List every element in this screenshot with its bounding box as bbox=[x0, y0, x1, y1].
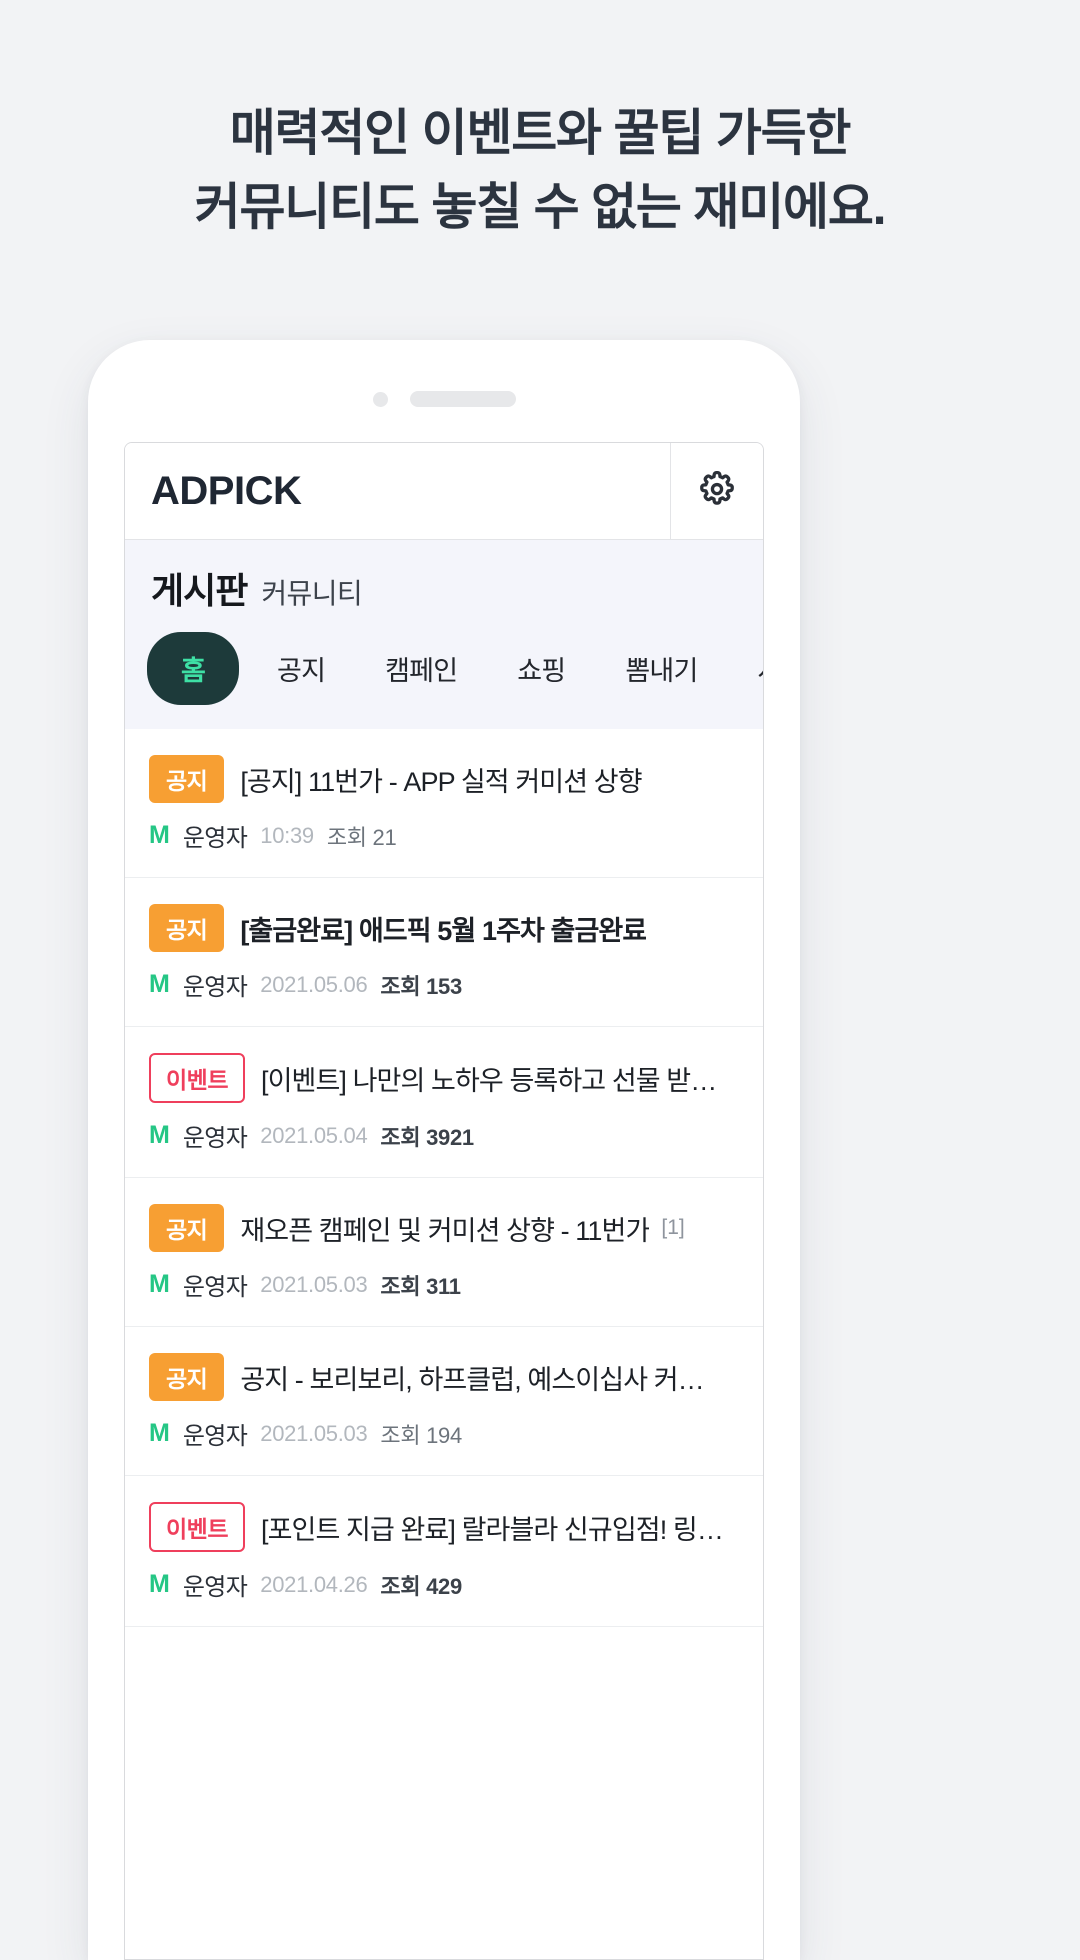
board-header: 게시판 커뮤니티 bbox=[125, 540, 763, 614]
app-header: ADPICK bbox=[125, 443, 763, 540]
post-author: 운영자 bbox=[182, 1274, 248, 1301]
manager-icon: M bbox=[149, 1570, 170, 1598]
post-date: 10:39 bbox=[260, 822, 314, 848]
list-item[interactable]: 이벤트 [이벤트] 나만의 노하우 등록하고 선물 받자! 노하우… M 운영자… bbox=[125, 1027, 763, 1178]
list-item[interactable]: 공지 [출금완료] 애드픽 5월 1주차 출금완료 M 운영자 2021.05.… bbox=[125, 878, 763, 1027]
post-views: 조회 194 bbox=[380, 1422, 462, 1448]
tab-notice[interactable]: 공지 bbox=[247, 649, 355, 688]
brand-area: ADPICK bbox=[125, 443, 670, 539]
post-title: [공지] 11번가 - APP 실적 커미션 상향 bbox=[240, 766, 642, 797]
status-badge: 공지 bbox=[149, 904, 225, 952]
page-subtitle: 커뮤니티 bbox=[261, 578, 363, 609]
status-badge: 공지 bbox=[149, 755, 225, 803]
post-views: 조회 311 bbox=[380, 1273, 461, 1299]
list-item[interactable]: 공지 [공지] 11번가 - APP 실적 커미션 상향 M 운영자 10:39… bbox=[125, 729, 763, 878]
status-badge: 공지 bbox=[149, 1353, 225, 1401]
list-item[interactable]: 공지 공지 - 보리보리, 하프클럽, 예스이십사 커미션 이벤트… M 운영자… bbox=[125, 1327, 763, 1476]
app-screen: ADPICK 게시판 커뮤니티 홈 공지 캠페인 쇼핑 뽐내기 사고팔고 bbox=[124, 442, 764, 1960]
post-author: 운영자 bbox=[182, 974, 248, 1001]
manager-icon: M bbox=[149, 970, 170, 998]
phone-notch bbox=[88, 388, 800, 410]
list-item[interactable]: 공지 재오픈 캠페인 및 커미션 상향 - 11번가 [1] M 운영자 202… bbox=[125, 1178, 763, 1327]
post-author: 운영자 bbox=[182, 1574, 248, 1601]
post-title: [이벤트] 나만의 노하우 등록하고 선물 받자! 노하우… bbox=[260, 1065, 727, 1096]
post-title-row: 이벤트 [이벤트] 나만의 노하우 등록하고 선물 받자! 노하우… bbox=[149, 1053, 739, 1103]
front-camera-icon bbox=[372, 391, 388, 407]
post-title-row: 이벤트 [포인트 지급 완료] 랄라블라 신규입점! 링크 인증하… bbox=[149, 1502, 739, 1552]
manager-icon: M bbox=[149, 1121, 170, 1149]
post-list: 공지 [공지] 11번가 - APP 실적 커미션 상향 M 운영자 10:39… bbox=[125, 729, 763, 1627]
settings-button[interactable] bbox=[670, 443, 763, 539]
post-date: 2021.05.06 bbox=[260, 971, 368, 997]
manager-icon: M bbox=[149, 1270, 170, 1298]
post-date: 2021.05.04 bbox=[260, 1122, 368, 1148]
tab-home[interactable]: 홈 bbox=[147, 632, 240, 705]
post-date: 2021.05.03 bbox=[260, 1420, 368, 1446]
post-meta: M 운영자 2021.05.06 조회 153 bbox=[149, 967, 739, 1002]
post-title-row: 공지 [공지] 11번가 - APP 실적 커미션 상향 bbox=[149, 755, 739, 803]
post-title-row: 공지 재오픈 캠페인 및 커미션 상향 - 11번가 [1] bbox=[149, 1204, 739, 1252]
post-meta: M 운영자 2021.05.03 조회 311 bbox=[149, 1267, 739, 1302]
status-badge: 이벤트 bbox=[149, 1502, 245, 1552]
post-title: 재오픈 캠페인 및 커미션 상향 - 11번가 bbox=[240, 1215, 650, 1246]
post-author: 운영자 bbox=[182, 1125, 248, 1152]
manager-icon: M bbox=[149, 1419, 170, 1447]
status-badge: 이벤트 bbox=[149, 1053, 245, 1103]
gear-icon bbox=[700, 470, 734, 505]
app-logo: ADPICK bbox=[151, 468, 302, 513]
promo-headline: 매력적인 이벤트와 꿀팁 가득한 커뮤니티도 놓칠 수 없는 재미에요. bbox=[0, 96, 1080, 244]
phone-mockup: ADPICK 게시판 커뮤니티 홈 공지 캠페인 쇼핑 뽐내기 사고팔고 bbox=[88, 340, 800, 1960]
category-tabs[interactable]: 홈 공지 캠페인 쇼핑 뽐내기 사고팔고 bbox=[125, 614, 763, 729]
post-title-row: 공지 [출금완료] 애드픽 5월 1주차 출금완료 bbox=[149, 904, 739, 952]
post-views: 조회 3921 bbox=[380, 1124, 474, 1150]
tab-campaign[interactable]: 캠페인 bbox=[355, 649, 487, 688]
tab-showoff[interactable]: 뽐내기 bbox=[595, 649, 727, 688]
page-title: 게시판 bbox=[151, 570, 248, 611]
tab-market[interactable]: 사고팔고 bbox=[727, 649, 763, 688]
post-title-row: 공지 공지 - 보리보리, 하프클럽, 예스이십사 커미션 이벤트… bbox=[149, 1353, 739, 1401]
post-views: 조회 21 bbox=[326, 824, 397, 850]
manager-icon: M bbox=[149, 821, 170, 849]
post-title: [출금완료] 애드픽 5월 1주차 출금완료 bbox=[240, 915, 647, 946]
tab-shopping[interactable]: 쇼핑 bbox=[487, 649, 595, 688]
headline-line-2: 커뮤니티도 놓칠 수 없는 재미에요. bbox=[194, 179, 887, 235]
post-views: 조회 153 bbox=[380, 973, 462, 999]
post-meta: M 운영자 2021.05.04 조회 3921 bbox=[149, 1118, 739, 1153]
post-title: 공지 - 보리보리, 하프클럽, 예스이십사 커미션 이벤트… bbox=[240, 1364, 727, 1395]
post-views: 조회 429 bbox=[380, 1573, 462, 1599]
post-meta: M 운영자 2021.05.03 조회 194 bbox=[149, 1416, 739, 1451]
post-author: 운영자 bbox=[182, 825, 248, 852]
post-date: 2021.05.03 bbox=[260, 1271, 368, 1297]
post-title: [포인트 지급 완료] 랄라블라 신규입점! 링크 인증하… bbox=[260, 1514, 727, 1545]
post-date: 2021.04.26 bbox=[260, 1571, 368, 1597]
list-item[interactable]: 이벤트 [포인트 지급 완료] 랄라블라 신규입점! 링크 인증하… M 운영자… bbox=[125, 1476, 763, 1627]
comment-count: [1] bbox=[661, 1216, 685, 1239]
status-badge: 공지 bbox=[149, 1204, 225, 1252]
board-title-row: 게시판 커뮤니티 bbox=[151, 562, 737, 614]
post-author: 운영자 bbox=[182, 1423, 248, 1450]
post-meta: M 운영자 2021.04.26 조회 429 bbox=[149, 1567, 739, 1602]
earpiece-speaker bbox=[409, 391, 516, 407]
post-meta: M 운영자 10:39 조회 21 bbox=[149, 818, 739, 853]
headline-line-1: 매력적인 이벤트와 꿀팁 가득한 bbox=[229, 105, 852, 161]
